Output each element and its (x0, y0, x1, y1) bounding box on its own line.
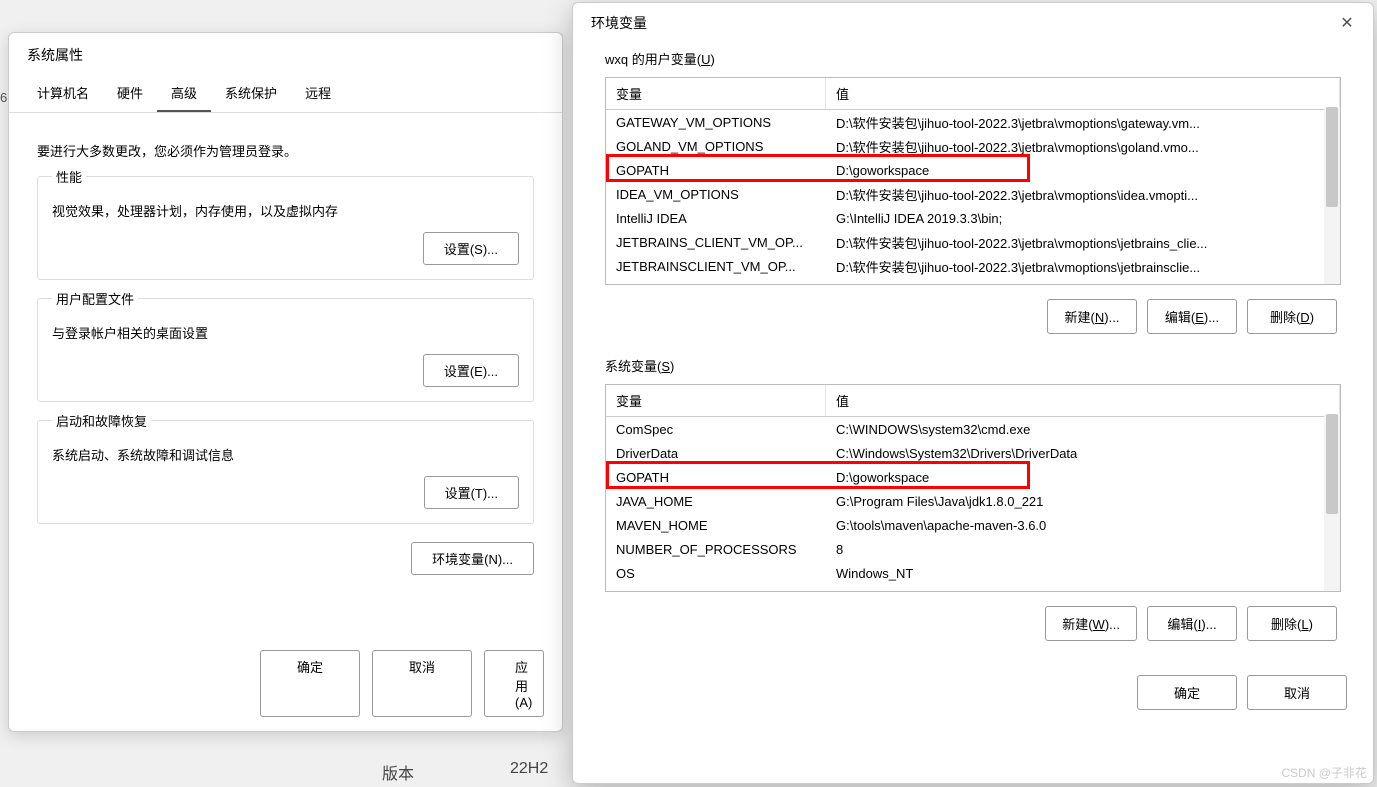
var-name: GOPATH (606, 467, 826, 488)
sysprops-tabs: 计算机名 硬件 高级 系统保护 远程 (9, 75, 562, 113)
environment-variables-dialog: 环境变量 ✕ wxq 的用户变量(U) 变量 值 GATEWAY_VM_OPTI… (572, 2, 1374, 784)
var-name: GATEWAY_VM_OPTIONS (606, 112, 826, 133)
var-name: GOPATH (606, 160, 826, 181)
var-name: GOLAND_VM_OPTIONS (606, 136, 826, 157)
var-value: 8 (826, 539, 1340, 560)
user-vars-legend: wxq 的用户变量(U) (601, 49, 719, 68)
var-value: D:\软件安装包\jihuo-tool-2022.3\jetbra\vmopti… (826, 230, 1340, 255)
var-value: G:\IntelliJ IDEA 2019.3.3\bin; (826, 208, 1340, 229)
var-name: NUMBER_OF_PROCESSORS (606, 539, 826, 560)
settings-performance-button[interactable]: 设置(S)... (423, 232, 519, 265)
var-value: C:\Windows\System32\Drivers\DriverData (826, 443, 1340, 464)
table-row[interactable]: OSWindows_NT (606, 561, 1340, 585)
user-vars-fieldset: wxq 的用户变量(U) 变量 值 GATEWAY_VM_OPTIONSD:\软… (595, 57, 1351, 350)
group-startup-recovery-title: 启动和故障恢复 (52, 411, 151, 430)
close-icon[interactable]: ✕ (1337, 13, 1357, 33)
var-name: JETBRAINSCLIENT_VM_OP... (606, 256, 826, 277)
var-name: JETBRAINS_CLIENT_VM_OP... (606, 232, 826, 253)
table-row[interactable]: IDEA_VM_OPTIONSD:\软件安装包\jihuo-tool-2022.… (606, 182, 1340, 206)
var-value: D:\goworkspace (826, 160, 1340, 181)
var-value: C:\WINDOWS\system32\cmd.exe (826, 419, 1340, 440)
group-performance-desc: 视觉效果，处理器计划，内存使用，以及虚拟内存 (52, 201, 519, 220)
group-startup-recovery: 启动和故障恢复 系统启动、系统故障和调试信息 设置(T)... (37, 420, 534, 524)
tab-hardware[interactable]: 硬件 (103, 75, 157, 112)
user-new-button[interactable]: 新建(N)... (1047, 299, 1137, 334)
var-value: D:\软件安装包\jihuo-tool-2022.3\jetbra\vmopti… (826, 134, 1340, 159)
group-performance-title: 性能 (52, 167, 86, 186)
table-row[interactable]: ComSpecC:\WINDOWS\system32\cmd.exe (606, 417, 1340, 441)
group-performance: 性能 视觉效果，处理器计划，内存使用，以及虚拟内存 设置(S)... (37, 176, 534, 280)
group-user-profiles: 用户配置文件 与登录帐户相关的桌面设置 设置(E)... (37, 298, 534, 402)
sysprops-cancel-button[interactable]: 取消 (372, 650, 472, 717)
system-vars-table[interactable]: 变量 值 ComSpecC:\WINDOWS\system32\cmd.exeD… (605, 384, 1341, 592)
var-name: MAVEN_HOME (606, 515, 826, 536)
sysprops-apply-button[interactable]: 应用(A) (484, 650, 544, 717)
tab-system-protection[interactable]: 系统保护 (211, 75, 291, 112)
group-user-profiles-desc: 与登录帐户相关的桌面设置 (52, 323, 519, 342)
user-scrollbar[interactable] (1324, 107, 1340, 284)
table-row[interactable]: GOLAND_VM_OPTIONSD:\软件安装包\jihuo-tool-202… (606, 134, 1340, 158)
table-row[interactable]: GOPATHD:\goworkspace (606, 465, 1340, 489)
bg-version-value: 22H2 (510, 760, 548, 778)
bg-version-label: 版本 (382, 760, 414, 784)
table-row[interactable]: GATEWAY_VM_OPTIONSD:\软件安装包\jihuo-tool-20… (606, 110, 1340, 134)
bg-6: 6 (0, 90, 7, 105)
sys-edit-button[interactable]: 编辑(I)... (1147, 606, 1237, 641)
tab-remote[interactable]: 远程 (291, 75, 345, 112)
table-row[interactable]: IntelliJ IDEAG:\IntelliJ IDEA 2019.3.3\b… (606, 206, 1340, 230)
user-col-name[interactable]: 变量 (606, 78, 826, 109)
environment-variables-button[interactable]: 环境变量(N)... (411, 542, 534, 575)
sys-col-value[interactable]: 值 (826, 385, 1340, 416)
var-name: JAVA_HOME (606, 491, 826, 512)
group-user-profiles-title: 用户配置文件 (52, 289, 138, 308)
env-title: 环境变量 (591, 13, 647, 33)
watermark: CSDN @子非花 (1281, 764, 1367, 781)
user-edit-button[interactable]: 编辑(E)... (1147, 299, 1237, 334)
tab-advanced[interactable]: 高级 (157, 75, 211, 112)
sys-col-name[interactable]: 变量 (606, 385, 826, 416)
var-name: OS (606, 563, 826, 584)
sysprops-intro: 要进行大多数更改，您必须作为管理员登录。 (37, 141, 534, 160)
sysprops-ok-button[interactable]: 确定 (260, 650, 360, 717)
var-name: DriverData (606, 443, 826, 464)
var-value: G:\Program Files\Java\jdk1.8.0_221 (826, 491, 1340, 512)
system-vars-fieldset: 系统变量(S) 变量 值 ComSpecC:\WINDOWS\system32\… (595, 364, 1351, 657)
table-row[interactable]: GOPATHD:\goworkspace (606, 158, 1340, 182)
system-properties-dialog: 系统属性 计算机名 硬件 高级 系统保护 远程 要进行大多数更改，您必须作为管理… (8, 32, 563, 732)
settings-user-profiles-button[interactable]: 设置(E)... (423, 354, 519, 387)
tab-computer-name[interactable]: 计算机名 (23, 75, 103, 112)
table-row[interactable]: DriverDataC:\Windows\System32\Drivers\Dr… (606, 441, 1340, 465)
sys-scrollbar[interactable] (1324, 414, 1340, 591)
user-vars-table[interactable]: 变量 值 GATEWAY_VM_OPTIONSD:\软件安装包\jihuo-to… (605, 77, 1341, 285)
sysprops-title: 系统属性 (9, 33, 562, 75)
var-value: D:\软件安装包\jihuo-tool-2022.3\jetbra\vmopti… (826, 182, 1340, 207)
group-startup-recovery-desc: 系统启动、系统故障和调试信息 (52, 445, 519, 464)
table-row[interactable]: JAVA_HOMEG:\Program Files\Java\jdk1.8.0_… (606, 489, 1340, 513)
var-value: D:\软件安装包\jihuo-tool-2022.3\jetbra\vmopti… (826, 110, 1340, 135)
var-value: Windows_NT (826, 563, 1340, 584)
user-col-value[interactable]: 值 (826, 78, 1340, 109)
var-value: D:\软件安装包\jihuo-tool-2022.3\jetbra\vmopti… (826, 254, 1340, 279)
table-row[interactable]: NUMBER_OF_PROCESSORS8 (606, 537, 1340, 561)
system-vars-legend: 系统变量(S) (601, 356, 678, 375)
var-name: IDEA_VM_OPTIONS (606, 184, 826, 205)
user-delete-button[interactable]: 删除(D) (1247, 299, 1337, 334)
table-row[interactable]: JETBRAINS_CLIENT_VM_OP...D:\软件安装包\jihuo-… (606, 230, 1340, 254)
var-name: ComSpec (606, 419, 826, 440)
env-ok-button[interactable]: 确定 (1137, 675, 1237, 710)
var-value: G:\tools\maven\apache-maven-3.6.0 (826, 515, 1340, 536)
var-name: IntelliJ IDEA (606, 208, 826, 229)
table-row[interactable]: MAVEN_HOMEG:\tools\maven\apache-maven-3.… (606, 513, 1340, 537)
var-value: D:\goworkspace (826, 467, 1340, 488)
sys-new-button[interactable]: 新建(W)... (1045, 606, 1137, 641)
table-row[interactable]: JETBRAINSCLIENT_VM_OP...D:\软件安装包\jihuo-t… (606, 254, 1340, 278)
sys-delete-button[interactable]: 删除(L) (1247, 606, 1337, 641)
settings-startup-recovery-button[interactable]: 设置(T)... (424, 476, 519, 509)
env-cancel-button[interactable]: 取消 (1247, 675, 1347, 710)
